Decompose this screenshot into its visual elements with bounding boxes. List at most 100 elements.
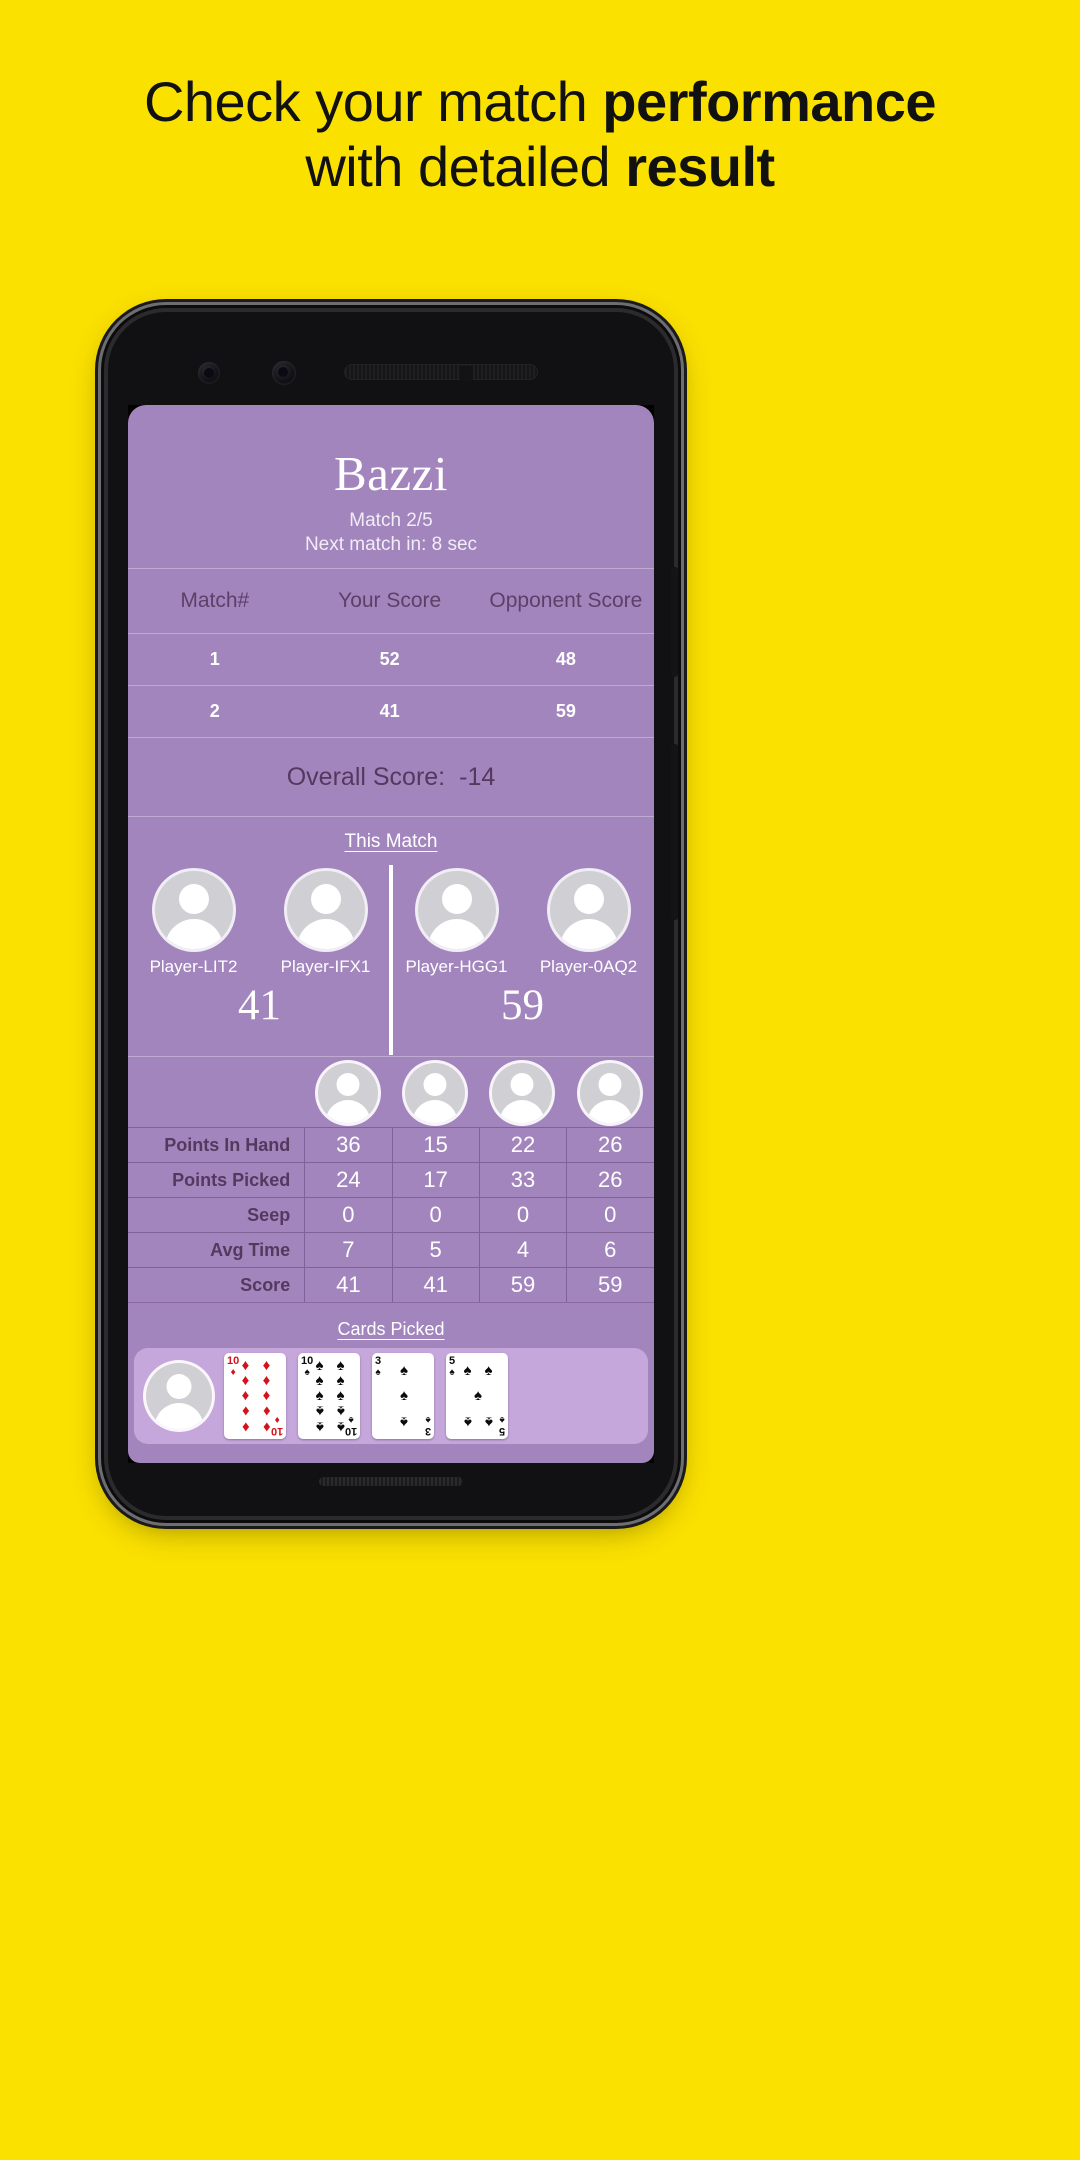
teams-section: Player-LIT2 Player-IFX1 Player-HGG1 Play… [128, 859, 654, 1055]
player-name: Player-HGG1 [405, 957, 508, 976]
card-corner-bottom: 3 ♠ [424, 1414, 431, 1438]
card-pip-icon: ♠ [336, 1418, 345, 1436]
table-row: Points In Hand 36 15 22 26 [128, 1127, 654, 1163]
card-pip-icon: ♦ [262, 1372, 271, 1390]
stat-value: 5 [391, 1233, 479, 1268]
player-name: Player-0AQ2 [539, 957, 638, 976]
proximity-sensor-icon [460, 366, 473, 381]
player-card[interactable]: Player-HGG1 [402, 871, 512, 977]
card-pip-icon: ♠ [400, 1413, 408, 1431]
promo-page: Check your match performance with detail… [0, 0, 1080, 2160]
team-divider [389, 865, 393, 1055]
cell-opponent-score: 48 [555, 649, 576, 669]
team-right-score: 59 [501, 982, 544, 1030]
card-corner-top: 3 ♠ [375, 1356, 381, 1378]
match-progress-label: Match 2/5 [349, 510, 433, 531]
stat-value: 33 [478, 1163, 566, 1198]
stat-label: Score [240, 1274, 291, 1295]
player-card[interactable]: Player-0AQ2 [534, 871, 644, 977]
earpiece-speaker-icon [345, 365, 537, 379]
avatar [317, 1063, 378, 1124]
avatar [146, 1363, 212, 1430]
volume-button[interactable] [671, 567, 678, 677]
stat-label: Points In Hand [164, 1134, 291, 1155]
cards-picked-strip: 10 ♦ 10 ♦ ♦ ♦ ♦ ♦ ♦ ♦ ♦ ♦ ♦ ♦ 10 ♠ 10 ♠ … [134, 1348, 648, 1445]
card-rank: 3 [375, 1355, 382, 1368]
overall-score-row: Overall Score: -14 [128, 738, 654, 816]
cards-picked-link[interactable]: Cards Picked [128, 1303, 654, 1348]
column-header-opponent-score: Opponent Score [489, 589, 643, 612]
cell-your-score: 41 [379, 701, 400, 721]
playing-card[interactable]: 5 ♠ 5 ♠ ♠ ♠ ♠ ♠ ♠ [446, 1353, 508, 1440]
avatar [579, 1063, 640, 1124]
stat-value: 0 [391, 1198, 479, 1233]
stats-header-avatar [392, 1063, 479, 1124]
player-name: Player-IFX1 [280, 957, 371, 976]
this-match-link[interactable]: This Match [128, 817, 654, 859]
front-camera-secondary-icon [272, 361, 296, 385]
column-header-match: Match# [180, 589, 250, 612]
card-pip-icon: ♠ [484, 1413, 493, 1431]
card-pip-icon: ♠ [463, 1413, 472, 1431]
cards-picked-link-label: Cards Picked [337, 1319, 445, 1340]
phone-screen: Bazzi Match 2/5 Next match in: 8 sec Mat… [128, 405, 654, 1463]
stat-value: 0 [566, 1198, 653, 1233]
card-corner-bottom: 5 ♠ [499, 1414, 505, 1437]
stat-value: 22 [478, 1128, 566, 1163]
card-pips: ♠ ♠ ♠ [383, 1358, 425, 1434]
player-card[interactable]: Player-IFX1 [271, 871, 381, 977]
table-header-row: Match# Your Score Opponent Score [128, 569, 654, 633]
column-header-your-score: Your Score [338, 589, 442, 612]
stats-header-avatar [304, 1063, 391, 1124]
stat-value: 6 [566, 1233, 653, 1268]
stat-value: 24 [304, 1163, 391, 1198]
card-pip-icon: ♦ [241, 1372, 250, 1390]
card-pip-icon: ♠ [315, 1387, 324, 1405]
card-suit-icon: ♠ [375, 1367, 381, 1379]
card-pip-icon: ♠ [400, 1361, 408, 1379]
avatar [492, 1063, 553, 1124]
table-row: Seep 0 0 0 0 [128, 1197, 654, 1233]
card-rank: 5 [449, 1355, 456, 1368]
overall-score-value: -14 [459, 763, 496, 791]
card-pip-icon: ♠ [315, 1402, 324, 1420]
playing-card[interactable]: 3 ♠ 3 ♠ ♠ ♠ ♠ [372, 1353, 434, 1440]
power-button[interactable] [671, 744, 678, 920]
table-row: 2 41 59 [128, 686, 654, 737]
cell-match-number: 1 [209, 649, 220, 669]
stat-value: 15 [391, 1128, 479, 1163]
card-rank: 3 [424, 1425, 431, 1438]
card-pip-icon: ♠ [336, 1372, 345, 1390]
stat-value: 36 [304, 1128, 391, 1163]
headline-line-2-bold: result [625, 135, 775, 199]
cell-opponent-score: 59 [555, 701, 576, 721]
avatar [154, 871, 233, 949]
stat-label: Points Picked [172, 1169, 291, 1190]
stat-value: 26 [566, 1163, 653, 1198]
match-score-table: Match# Your Score Opponent Score 1 52 48… [128, 569, 654, 737]
card-pip-icon: ♠ [315, 1418, 324, 1436]
card-pips: ♦ ♦ ♦ ♦ ♦ ♦ ♦ ♦ ♦ ♦ [235, 1356, 277, 1436]
card-suit-icon: ♠ [449, 1367, 455, 1379]
bottom-speaker-icon [319, 1477, 463, 1486]
stats-header-avatar [479, 1063, 566, 1124]
card-pip-icon: ♦ [262, 1418, 271, 1436]
stat-value: 41 [391, 1268, 479, 1303]
this-match-link-label: This Match [344, 831, 438, 852]
card-pip-icon: ♦ [241, 1402, 250, 1420]
headline-line-2-plain: with detailed [305, 135, 626, 199]
avatar [549, 871, 628, 949]
player-card[interactable]: Player-LIT2 [139, 871, 249, 977]
card-pip-icon: ♠ [315, 1356, 324, 1374]
stat-value: 41 [304, 1268, 391, 1303]
headline-line-1-bold: performance [602, 70, 937, 133]
card-pip-icon: ♠ [336, 1387, 345, 1405]
playing-card[interactable]: 10 ♠ 10 ♠ ♠ ♠ ♠ ♠ ♠ ♠ ♠ ♠ ♠ ♠ [298, 1353, 360, 1440]
stat-value: 0 [304, 1198, 391, 1233]
player-stats-table: Points In Hand 36 15 22 26 Points Picked… [128, 1057, 654, 1303]
card-pip-icon: ♦ [241, 1356, 250, 1374]
card-pip-icon: ♦ [241, 1387, 250, 1405]
playing-card[interactable]: 10 ♦ 10 ♦ ♦ ♦ ♦ ♦ ♦ ♦ ♦ ♦ ♦ ♦ [224, 1353, 286, 1440]
table-row: Score 41 41 59 59 [128, 1267, 654, 1303]
avatar [405, 1063, 466, 1124]
